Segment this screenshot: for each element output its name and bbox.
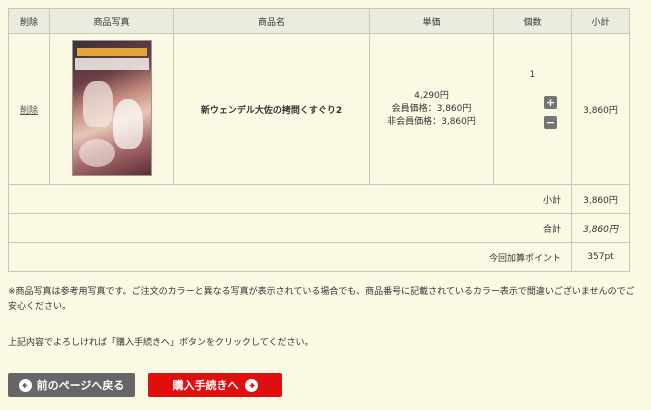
nonmember-price: 非会員価格：3,860円: [387, 116, 476, 127]
header-subtotal: 小計: [571, 8, 630, 34]
header-unit-price: 単価: [369, 8, 494, 34]
product-photo[interactable]: [71, 39, 152, 176]
member-price: 会員価格：3,860円: [391, 103, 472, 114]
instruction-text: 上記内容でよろしければ「購入手続きへ」ボタンをクリックしてください。: [8, 338, 314, 348]
subtotal-label: 小計: [8, 184, 572, 214]
total-label: 合計: [8, 213, 572, 243]
total-value: 3,860円: [571, 213, 630, 243]
price-cell: 4,290円 会員価格：3,860円 非会員価格：3,860円: [369, 33, 494, 185]
arrow-right-circle-icon: [244, 378, 258, 392]
header-name: 商品名: [173, 8, 370, 34]
cart-table: 削除 商品写真 商品名 単価 個数 小計 削除 新ウェンデル大佐の拷問くすぐり2…: [8, 8, 630, 272]
total-row: 合計 3,860円: [8, 213, 630, 243]
list-price: 4,290円: [414, 90, 449, 101]
arrow-left-circle-icon: [18, 378, 32, 392]
product-name: 新ウェンデル大佐の拷問くすぐり2: [173, 33, 370, 185]
photo-note: ※商品写真は参考用写真です。ご注文のカラーと異なる写真が表示されている場合でも、…: [8, 287, 635, 312]
item-subtotal: 3,860円: [571, 33, 630, 185]
photo-cell: [49, 33, 174, 185]
delete-cell: 削除: [8, 33, 50, 185]
header-photo: 商品写真: [49, 8, 174, 34]
back-button[interactable]: 前のページへ戻る: [8, 373, 135, 397]
points-row: 今回加算ポイント 357pt: [8, 242, 630, 272]
subtotal-row: 小計 3,860円: [8, 184, 630, 214]
points-label: 今回加算ポイント: [8, 242, 572, 272]
back-button-label: 前のページへ戻る: [36, 379, 125, 392]
header-delete: 削除: [8, 8, 50, 34]
cart-header-row: 削除 商品写真 商品名 単価 個数 小計: [8, 8, 630, 34]
quantity-decrease-button[interactable]: −: [544, 116, 557, 129]
quantity-cell: 1 + −: [493, 33, 572, 185]
header-quantity: 個数: [493, 8, 572, 34]
cart-item-row: 削除 新ウェンデル大佐の拷問くすぐり2 4,290円 会員価格：3,860円 非…: [8, 33, 630, 185]
purchase-button[interactable]: 購入手続きへ: [148, 373, 282, 397]
quantity-increase-button[interactable]: +: [544, 96, 557, 109]
subtotal-value: 3,860円: [571, 184, 630, 214]
quantity-value: 1: [529, 70, 536, 80]
points-value: 357pt: [571, 242, 630, 272]
purchase-button-label: 購入手続きへ: [172, 379, 239, 392]
delete-link[interactable]: 削除: [20, 106, 38, 116]
